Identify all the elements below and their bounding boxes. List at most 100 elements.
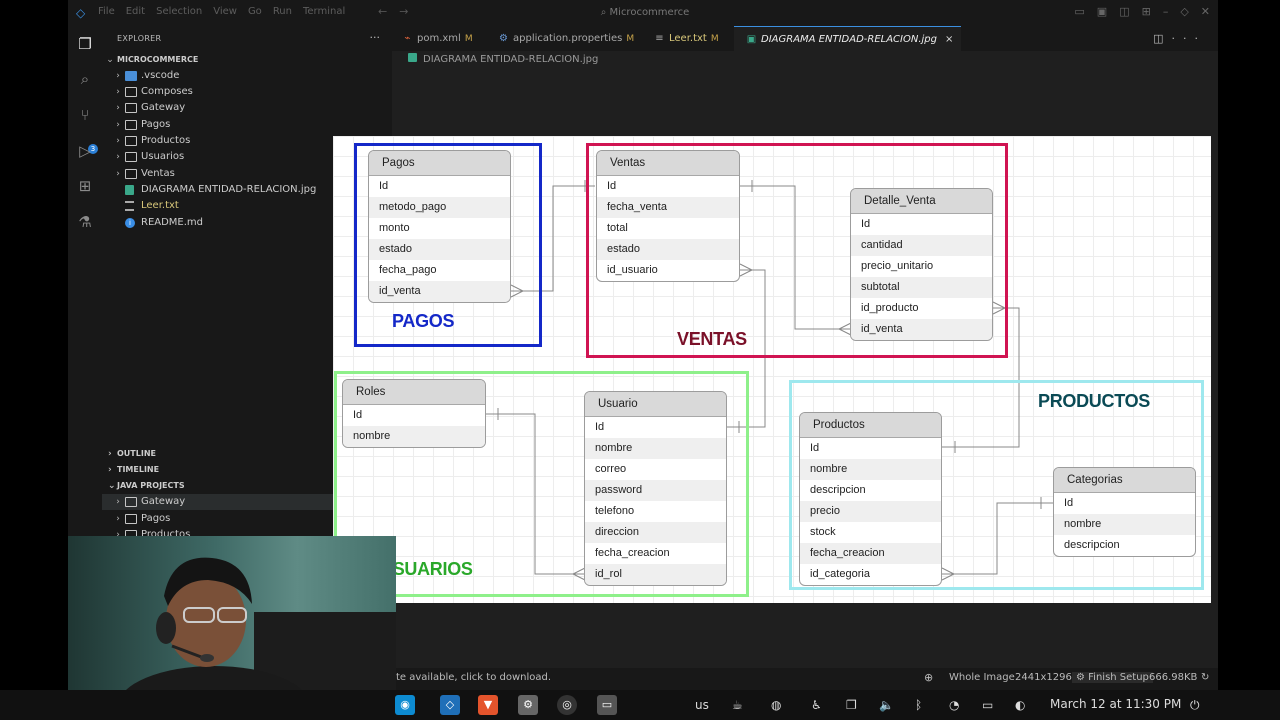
- zoom-icon[interactable]: ⊕: [924, 671, 938, 685]
- image-file-icon: [125, 185, 134, 195]
- accessibility-icon[interactable]: ♿: [811, 698, 822, 712]
- tab-application-properties[interactable]: ⚙ application.properties M: [498, 26, 634, 51]
- tree-item-composes[interactable]: › Composes: [102, 84, 392, 100]
- vscode-taskbar-icon[interactable]: ◇: [440, 695, 460, 715]
- settings-app-icon[interactable]: ⚙: [518, 695, 538, 715]
- entity-field: id_producto: [861, 302, 919, 314]
- clock[interactable]: March 12 at 11:30 PM: [1050, 697, 1181, 711]
- tree-item-label: Productos: [141, 135, 191, 146]
- chevron-right-icon: ›: [116, 103, 120, 113]
- tab-leer-txt[interactable]: ≡ Leer.txt M: [654, 26, 719, 51]
- maximize-icon[interactable]: ◇: [1180, 5, 1188, 18]
- windows-icon[interactable]: ❐: [846, 698, 857, 712]
- close-window-icon[interactable]: ✕: [1201, 5, 1210, 18]
- breadcrumb[interactable]: DIAGRAMA ENTIDAD-RELACION.jpg: [408, 53, 598, 65]
- workspace-root[interactable]: ⌄ MICROCOMMERCE: [102, 52, 392, 68]
- coffee-icon[interactable]: ☕: [732, 698, 743, 712]
- search-label: Microcommerce: [609, 7, 690, 18]
- source-control-icon[interactable]: ⑂: [75, 105, 95, 125]
- tree-item-vscode[interactable]: › .vscode: [102, 68, 392, 84]
- entity-header: Detalle_Venta: [851, 189, 992, 214]
- power-profile-icon[interactable]: ◐: [1015, 698, 1025, 712]
- project-label: Productos: [141, 529, 191, 536]
- region-productos-label: PRODUCTOS: [1038, 391, 1150, 411]
- entity-field: id_venta: [851, 319, 992, 340]
- more-actions-icon[interactable]: ···: [1172, 32, 1207, 45]
- menu-view[interactable]: View: [213, 6, 237, 17]
- menu-edit[interactable]: Edit: [126, 6, 145, 17]
- tree-item-label: DIAGRAMA ENTIDAD-RELACION.jpg: [141, 184, 317, 195]
- testing-flask-icon[interactable]: ⚗: [75, 212, 95, 232]
- tree-item-gateway[interactable]: › Gateway: [102, 100, 392, 116]
- finish-setup-button[interactable]: ⚙ Finish Setup: [1072, 672, 1153, 683]
- extensions-icon[interactable]: ⊞: [75, 176, 95, 196]
- menu-selection[interactable]: Selection: [156, 6, 202, 17]
- section-label: JAVA PROJECTS: [117, 481, 185, 490]
- zoom-mode[interactable]: Whole Image: [949, 672, 1015, 683]
- customize-layout-icon[interactable]: ⊞: [1142, 5, 1151, 18]
- window-controls: ▭ ▣ ◫ ⊞ – ◇ ✕: [1074, 5, 1210, 18]
- entity-categorias: Categorias Id nombre descripcion: [1053, 467, 1196, 557]
- update-notice[interactable]: te available, click to download.: [396, 672, 551, 683]
- entity-field: telefono: [595, 505, 635, 517]
- tab-pom-xml[interactable]: ⌁ pom.xml M: [402, 26, 473, 51]
- battery-icon[interactable]: ▭: [982, 698, 993, 712]
- explorer-files-icon[interactable]: ❐: [75, 34, 95, 54]
- app-icon[interactable]: ◉: [395, 695, 415, 715]
- obs-icon[interactable]: ◎: [557, 695, 577, 715]
- entity-field: Id: [595, 421, 605, 433]
- sidebar-toggle-icon[interactable]: ◫: [1119, 5, 1129, 18]
- command-center-search[interactable]: ⌕ Microcommerce: [500, 4, 790, 22]
- menu-go[interactable]: Go: [248, 6, 262, 17]
- title-bar: ◇ File Edit Selection View Go Run Termin…: [68, 0, 1218, 26]
- chevron-right-icon: ›: [116, 152, 120, 162]
- search-icon[interactable]: ⌕: [75, 69, 95, 89]
- entity-field: Id: [861, 218, 871, 230]
- entity-usuario: Usuario Id nombre correo password telefono dir…: [584, 391, 727, 586]
- entity-field: estado: [369, 239, 510, 260]
- tab-label: application.properties: [513, 33, 623, 44]
- chevron-down-icon: ⌄: [106, 55, 114, 65]
- layout-icon[interactable]: ▭: [1074, 5, 1084, 18]
- tab-diagram-jpg[interactable]: ▣ DIAGRAMA ENTIDAD-RELACION.jpg ×: [734, 26, 962, 51]
- info-icon: i: [125, 218, 135, 228]
- nav-arrows: ←→: [378, 5, 420, 18]
- notifications-icon[interactable]: ↻: [1201, 672, 1209, 683]
- entity-header: Usuario: [585, 392, 726, 417]
- menu-file[interactable]: File: [98, 6, 115, 17]
- menu-terminal[interactable]: Terminal: [303, 6, 345, 17]
- entity-roles: Roles Id nombre: [342, 379, 486, 448]
- more-actions-icon[interactable]: ···: [370, 31, 381, 44]
- back-arrow-icon[interactable]: ←: [378, 5, 399, 18]
- modified-marker: M: [464, 34, 473, 44]
- close-tab-icon[interactable]: ×: [945, 34, 953, 45]
- workspace-root-label: MICROCOMMERCE: [117, 55, 199, 64]
- folder-icon: [125, 169, 137, 179]
- entity-field: cantidad: [851, 235, 992, 256]
- power-icon[interactable]: ⏻: [1190, 698, 1200, 713]
- tree-item-label: README.md: [141, 217, 204, 228]
- keyboard-layout[interactable]: us: [695, 698, 709, 712]
- tree-item-pagos[interactable]: › Pagos: [102, 117, 392, 133]
- forward-arrow-icon[interactable]: →: [399, 5, 420, 18]
- steam-icon[interactable]: ◍: [771, 698, 781, 712]
- modified-marker: M: [710, 34, 719, 44]
- screen-recorder-icon[interactable]: ▭: [597, 695, 617, 715]
- split-editor-icon[interactable]: ◫: [1153, 32, 1171, 45]
- panel-icon[interactable]: ▣: [1097, 5, 1107, 18]
- entity-header: Pagos: [369, 151, 510, 176]
- volume-icon[interactable]: 🔈: [879, 698, 894, 712]
- run-debug-icon[interactable]: ▷: [75, 141, 95, 161]
- gear-icon: ⚙: [1076, 672, 1089, 683]
- finish-setup-label: Finish Setup: [1088, 672, 1149, 683]
- bluetooth-icon[interactable]: ᛒ: [915, 698, 922, 712]
- tree-item-label: .vscode: [141, 70, 180, 81]
- menu-bar: File Edit Selection View Go Run Terminal: [98, 6, 345, 17]
- chevron-right-icon: ›: [116, 71, 120, 81]
- menu-run[interactable]: Run: [273, 6, 292, 17]
- diagram-image: PAGOS VENTAS USUARIOS PRODUCTOS Pagos Id m…: [333, 136, 1211, 603]
- chevron-right-icon: ›: [116, 136, 120, 146]
- brave-browser-icon[interactable]: ▼: [478, 695, 498, 715]
- minimize-icon[interactable]: –: [1163, 5, 1169, 18]
- wifi-icon[interactable]: ◔: [949, 698, 959, 712]
